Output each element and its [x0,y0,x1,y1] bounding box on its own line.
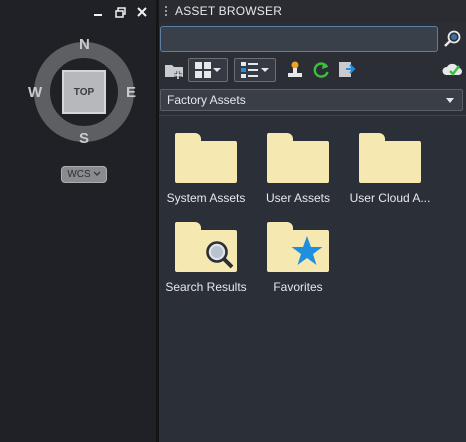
window-controls [92,6,148,18]
wcs-menu-button[interactable]: WCS [61,166,107,183]
view-cube-top[interactable]: TOP [62,70,106,114]
restore-icon[interactable] [114,6,126,18]
folder-tile-system-assets[interactable]: System Assets [162,133,250,205]
folder-label: Search Results [165,280,247,294]
details-dropdown[interactable] [234,58,276,82]
stamp-icon [288,61,302,77]
search-input[interactable] [160,26,438,52]
library-export-icon [339,62,356,77]
panel-titlebar[interactable]: ASSET BROWSER [159,0,466,22]
library-dropdown-value: Factory Assets [167,93,246,107]
refresh-icon [313,62,329,78]
wcs-label: WCS [67,169,91,180]
chevron-down-icon [446,98,454,103]
folder-search-icon [175,222,237,272]
cloud-sync-button[interactable] [440,58,466,82]
folder-icon [359,133,421,183]
folder-tile-user-assets[interactable]: User Assets [254,133,342,205]
magnifier-icon [206,241,234,269]
chevron-down-icon [93,169,101,180]
folder-add-icon [165,65,183,79]
panel-title: ASSET BROWSER [175,4,283,18]
chevron-down-icon [213,68,221,72]
refresh-button[interactable] [309,58,333,82]
cloud-check-icon [442,63,463,76]
search-row [159,26,466,52]
viewport-area: TOP N S W E WCS [0,0,156,442]
asset-grid: System Assets User Assets User Cloud A..… [159,115,466,442]
drag-grip-icon[interactable] [165,6,169,16]
search-button[interactable] [442,28,464,50]
list-details-icon [241,62,258,78]
folder-icon [267,133,329,183]
folder-icon [175,133,237,183]
asset-browser-panel: ASSET BROWSER Factory Assets System Asse… [159,0,466,442]
compass-west-label[interactable]: W [28,84,42,101]
grid-view-icon [195,62,211,78]
minimize-icon[interactable] [92,6,104,18]
folder-label: System Assets [166,191,246,205]
folder-tile-user-cloud-assets[interactable]: User Cloud A... [346,133,434,205]
folder-label: User Assets [265,191,331,205]
folder-tile-favorites[interactable]: Favorites [254,222,342,294]
asset-toolbar [159,56,466,84]
search-icon [444,30,461,47]
folder-label: Favorites [273,280,323,294]
folder-tile-search-results[interactable]: Search Results [162,222,250,294]
view-compass[interactable]: TOP N S W E [28,36,136,147]
material-apply-button[interactable] [283,58,307,82]
folder-label: User Cloud A... [349,191,431,205]
compass-south-label[interactable]: S [79,130,89,147]
compass-east-label[interactable]: E [126,84,136,101]
folder-star-icon [267,222,329,272]
close-icon[interactable] [136,6,148,18]
export-button[interactable] [335,58,359,82]
compass-north-label[interactable]: N [79,36,90,53]
view-mode-dropdown[interactable] [188,58,228,82]
new-folder-button[interactable] [161,58,187,82]
library-dropdown[interactable]: Factory Assets [160,89,463,111]
chevron-down-icon [261,68,269,72]
star-icon [291,236,323,265]
